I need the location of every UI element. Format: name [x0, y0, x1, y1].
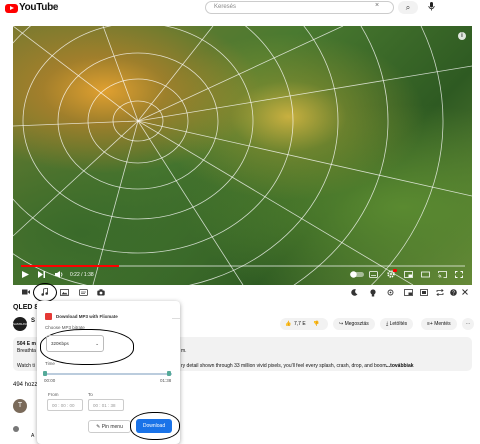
miniplayer-icon[interactable]: [404, 271, 413, 280]
next-icon[interactable]: [38, 271, 45, 280]
start-time: 00:00: [44, 378, 56, 383]
hd-badge: [393, 269, 397, 272]
share-button[interactable]: ↪ Megosztás: [333, 318, 375, 330]
pip-icon[interactable]: [404, 289, 413, 298]
popup-title: Download MP3 with Flixmate: [56, 314, 118, 319]
camera-icon[interactable]: [97, 289, 105, 298]
share-label: Megosztás: [344, 321, 369, 327]
repeat-icon[interactable]: [436, 288, 444, 298]
autoplay-toggle-icon[interactable]: [350, 271, 364, 280]
dark-mode-icon[interactable]: [351, 289, 358, 298]
voice-search-icon[interactable]: [428, 2, 435, 13]
like-count[interactable]: 7,7 E: [294, 318, 306, 330]
spider-web-image: [13, 26, 472, 285]
download-button[interactable]: ⤓ Letöltés: [380, 318, 414, 330]
close-toolbar-icon[interactable]: [462, 289, 468, 297]
info-icon[interactable]: i: [458, 32, 466, 40]
comment-count: 494 hozz: [13, 382, 38, 388]
from-label: From: [48, 392, 59, 397]
theater-mode-icon[interactable]: [421, 271, 430, 280]
view-count: 504 E m: [17, 341, 36, 347]
to-time-input[interactable]: 00 : 01 : 38: [88, 399, 124, 411]
time-label: Time: [45, 361, 55, 366]
download-label: Letöltés: [389, 321, 408, 327]
user-avatar[interactable]: T: [13, 399, 27, 413]
lightbulb-icon[interactable]: [370, 289, 376, 299]
search-input[interactable]: Keresés: [205, 1, 394, 14]
more-actions-button[interactable]: ⋯: [462, 318, 474, 330]
dislike-icon[interactable]: 👎: [313, 318, 319, 330]
clear-search-icon[interactable]: ×: [375, 2, 379, 9]
flixmate-video-icon[interactable]: [22, 289, 30, 297]
range-start-handle[interactable]: [43, 371, 47, 376]
region-code: HU: [52, 3, 58, 8]
cast-icon[interactable]: [438, 271, 447, 280]
channel-avatar[interactable]: SAMSUNG: [13, 317, 28, 331]
from-time-input[interactable]: 00 : 00 : 00: [47, 399, 83, 411]
fullscreen-icon[interactable]: [455, 271, 463, 280]
popup-divider: [172, 318, 180, 319]
commenter-initial: A: [31, 433, 35, 439]
bitrate-value: 320Kbps: [51, 341, 69, 346]
time-range-slider[interactable]: [45, 373, 172, 375]
search-button[interactable]: ⌕: [398, 1, 418, 14]
commenter-avatar[interactable]: [13, 426, 19, 432]
pin-label: Pin menu: [101, 424, 123, 430]
range-end-handle[interactable]: [167, 371, 171, 376]
bitrate-select[interactable]: 320Kbps ⌄: [46, 335, 104, 352]
video-player[interactable]: i: [13, 26, 472, 285]
description-line-2: ry detail shown through 33 million vivid…: [181, 363, 388, 369]
image-icon[interactable]: [60, 289, 69, 298]
save-label: Mentés: [434, 321, 451, 327]
volume-icon[interactable]: [55, 271, 63, 280]
svg-text:?: ?: [452, 290, 455, 296]
channel-name[interactable]: S: [31, 318, 35, 324]
youtube-logo-icon[interactable]: [5, 4, 18, 13]
save-button[interactable]: ≡+ Mentés: [421, 318, 457, 330]
flixmate-logo-icon: [45, 313, 52, 320]
time-display: 0:22 / 1:38: [70, 272, 94, 278]
help-icon[interactable]: ?: [450, 289, 457, 298]
progress-fill: [21, 265, 119, 267]
loop-icon[interactable]: [387, 289, 394, 298]
screenshot-icon[interactable]: [420, 289, 428, 298]
end-time: 01:38: [160, 378, 172, 383]
play-icon[interactable]: [22, 271, 29, 280]
subtitle-download-icon[interactable]: [79, 289, 88, 298]
description-line-1-end: m.: [181, 348, 187, 354]
like-dislike-pill: 👍 7,7 E 👎: [280, 318, 328, 330]
description-line-2-start: Watch ti: [17, 363, 35, 369]
show-more-link[interactable]: ...továbbiak: [386, 363, 414, 369]
chevron-down-icon: ⌄: [95, 341, 99, 346]
highlight-circle-download: [130, 412, 180, 440]
description-line-1: Breathta: [17, 348, 36, 354]
music-note-icon[interactable]: [41, 287, 48, 298]
subtitles-icon[interactable]: [369, 271, 378, 280]
search-icon: ⌕: [405, 3, 411, 12]
pin-menu-button[interactable]: ✎ Pin menu: [88, 420, 131, 433]
to-label: To: [88, 392, 93, 397]
video-title: QLED 8: [13, 304, 39, 311]
like-icon[interactable]: 👍: [285, 318, 291, 330]
